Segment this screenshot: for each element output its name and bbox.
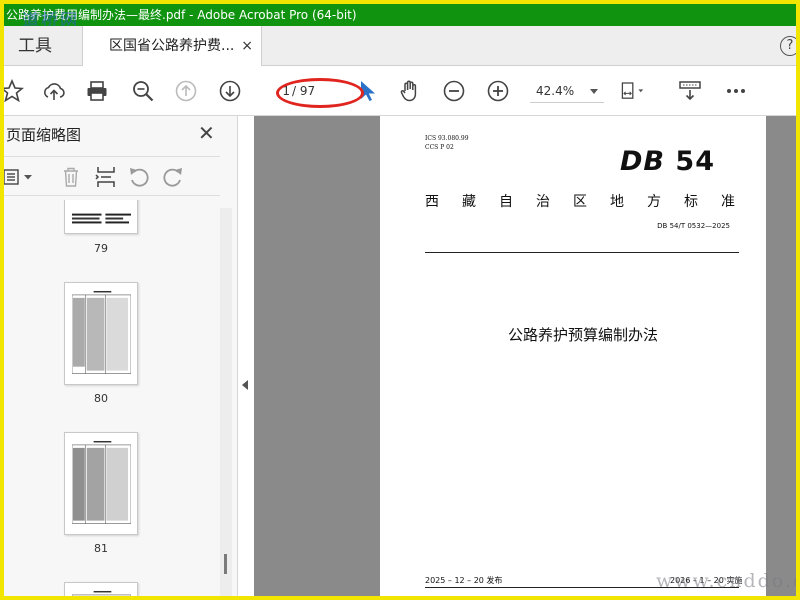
chevron-down-icon — [590, 89, 598, 94]
ics-line: ICS 93.080.99 — [425, 135, 469, 142]
standard-title-char: 治 — [536, 194, 550, 210]
bookmark-star-icon[interactable] — [4, 79, 24, 103]
tab-document[interactable]: 区国省公路养护费... × — [82, 26, 262, 67]
standard-title-char: 准 — [721, 194, 735, 210]
tab-close-icon[interactable]: × — [241, 26, 253, 66]
zoom-search-icon[interactable] — [131, 79, 155, 103]
thumbnail-label: 79 — [94, 242, 108, 255]
page-preview — [72, 211, 131, 226]
options-menu-icon[interactable] — [4, 166, 38, 188]
insert-page-icon[interactable] — [94, 165, 118, 189]
thumbnail-scrollbar[interactable] — [220, 208, 232, 596]
ccs-line: CCS P 02 — [425, 144, 454, 151]
print-icon[interactable] — [85, 79, 109, 103]
trash-icon[interactable] — [60, 166, 82, 188]
thumbnail-page[interactable] — [64, 200, 138, 234]
thumbnail-page[interactable] — [64, 282, 138, 385]
zoom-level-dropdown[interactable]: 42.4% — [530, 79, 604, 103]
publish-date: 2025 – 12 – 20 发布 — [425, 576, 503, 585]
help-icon[interactable]: ? — [780, 36, 796, 56]
fit-page-icon[interactable] — [620, 79, 644, 103]
standard-number: DB 54/T 0532—2025 — [657, 222, 730, 230]
thumbnail-label: 81 — [94, 542, 108, 555]
thumbnail-toolbar — [4, 156, 220, 196]
main-toolbar: 1 / 97 42.4% — [4, 66, 796, 116]
watermark-bottom: www.cnddo.c — [656, 570, 796, 592]
standard-title-char: 地 — [610, 194, 624, 210]
page-up-icon[interactable] — [174, 79, 198, 103]
page-preview — [72, 290, 131, 374]
acrobat-window: 公路养护费用编制办法—最终.pdf - Adobe Acrobat Pro (6… — [4, 4, 796, 596]
page-preview — [72, 440, 131, 524]
db-logo: DB 54 — [620, 146, 715, 177]
document-page: ICS 93.080.99 CCS P 02 DB 54 西 藏 自 治 区 地… — [380, 116, 766, 596]
db-logo-number: 54 — [675, 146, 715, 177]
standard-title-char: 西 — [425, 194, 439, 210]
tab-tools[interactable]: 工具 — [4, 26, 82, 66]
window-title-bar: 公路养护费用编制办法—最终.pdf - Adobe Acrobat Pro (6… — [4, 4, 796, 26]
tab-strip: 工具 区国省公路养护费... × ? — [4, 26, 796, 67]
standard-title-char: 藏 — [462, 194, 476, 210]
cloud-upload-icon[interactable] — [42, 79, 66, 103]
rotate-ccw-icon[interactable] — [128, 166, 150, 188]
scrollbar-thumb[interactable] — [224, 554, 227, 574]
zoom-level: 42.4% — [536, 84, 575, 98]
thumbnail-label: 80 — [94, 392, 108, 405]
zoom-out-icon[interactable] — [442, 79, 466, 103]
collapse-panel-icon[interactable] — [242, 380, 248, 390]
divider — [425, 252, 739, 253]
thumbnail-page[interactable] — [64, 432, 138, 535]
annotation-ellipse — [276, 78, 364, 108]
standard-title: 西 藏 自 治 区 地 方 标 准 — [425, 191, 735, 211]
tab-document-label: 区国省公路养护费... — [109, 38, 235, 54]
db-logo-letters: DB — [620, 146, 665, 177]
ics-code: ICS 93.080.99 CCS P 02 — [425, 134, 469, 152]
standard-title-char: 方 — [647, 194, 661, 210]
panel-title: 页面缩略图 — [6, 126, 82, 144]
hand-icon[interactable] — [398, 79, 422, 103]
standard-title-char: 区 — [573, 194, 587, 210]
thumbnail-list: 79 80 81 — [4, 200, 220, 596]
zoom-in-icon[interactable] — [486, 79, 510, 103]
panel-close-icon[interactable]: ✕ — [198, 121, 215, 145]
keyboard-scroll-icon[interactable] — [678, 79, 702, 103]
thumbnail-panel: 页面缩略图 ✕ 79 80 81 — [4, 116, 238, 596]
document-title: 公路养护预算编制办法 — [507, 326, 658, 344]
page-preview — [72, 590, 131, 596]
standard-title-char: 自 — [499, 194, 513, 210]
more-icon[interactable] — [724, 79, 748, 103]
standard-title-char: 标 — [684, 194, 698, 210]
rotate-cw-icon[interactable] — [162, 166, 184, 188]
thumbnail-page[interactable] — [64, 582, 138, 596]
page-down-icon[interactable] — [218, 79, 242, 103]
